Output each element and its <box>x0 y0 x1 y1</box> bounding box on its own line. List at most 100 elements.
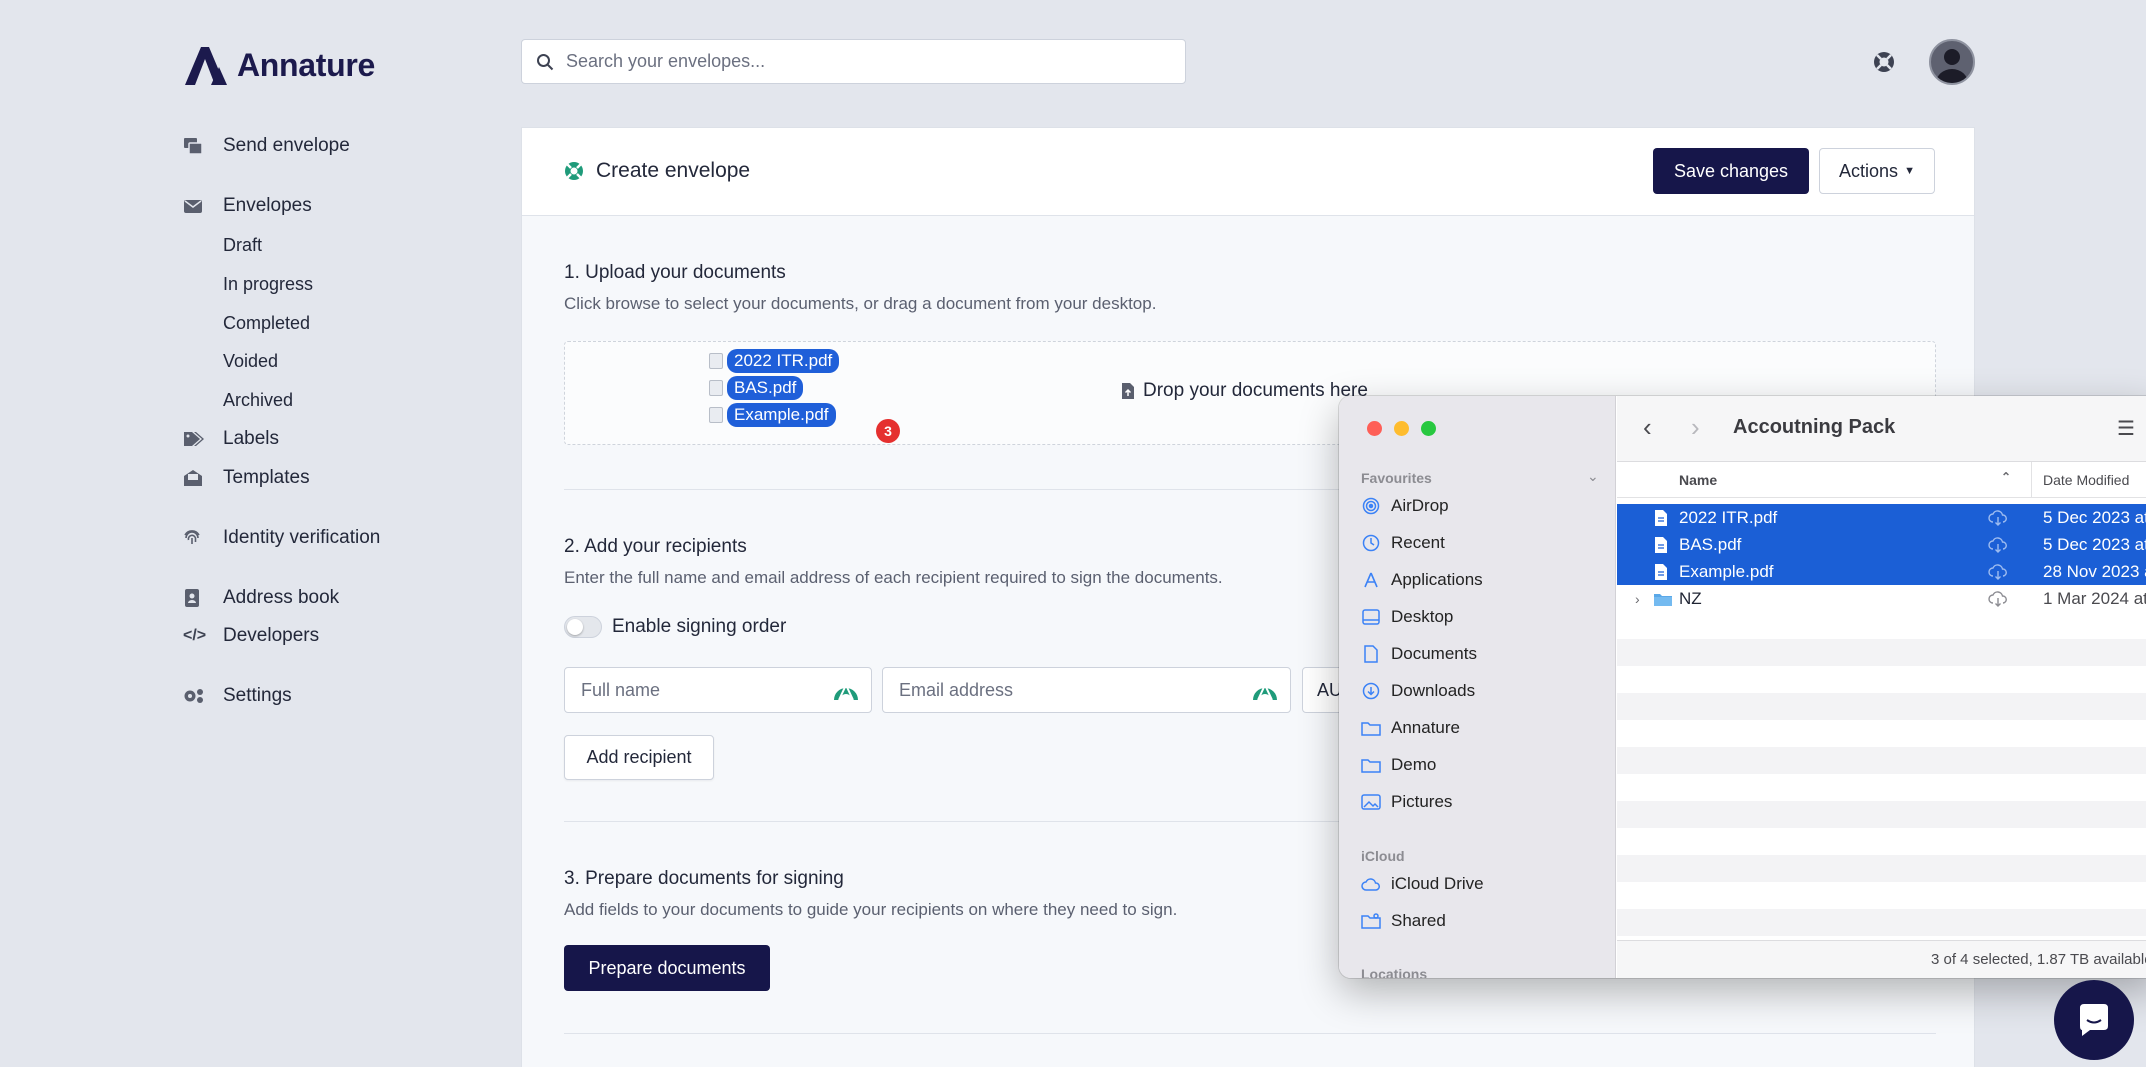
close-window-button[interactable] <box>1367 421 1382 436</box>
search-input[interactable] <box>566 51 1126 72</box>
envelope-create-icon <box>565 162 583 180</box>
user-avatar[interactable] <box>1929 39 1975 85</box>
file-name: 2022 ITR.pdf <box>1679 507 1778 527</box>
file-row[interactable]: 2022 ITR.pdf 5 Dec 2023 at <box>1617 504 2146 531</box>
icloud-download-icon[interactable] <box>1987 563 2009 580</box>
minimize-window-button[interactable] <box>1394 421 1409 436</box>
app-logo[interactable]: Annature <box>183 45 375 85</box>
finder-item-label: Downloads <box>1391 681 1476 700</box>
finder-column-header: Name ⌃ Date Modified <box>1617 462 2146 498</box>
prepare-documents-button[interactable]: Prepare documents <box>564 945 770 991</box>
finder-item-shared[interactable]: Shared <box>1361 908 1446 934</box>
sidebar-item-archived[interactable]: Archived <box>223 387 293 413</box>
actions-button[interactable]: Actions ▼ <box>1819 148 1935 194</box>
pdf-file-icon <box>1655 563 1667 580</box>
column-date-modified[interactable]: Date Modified <box>2043 472 2129 488</box>
file-row[interactable]: BAS.pdf 5 Dec 2023 at <box>1617 531 2146 558</box>
finder-window[interactable]: Favourites ⌄ AirDrop Recent Applications… <box>1339 396 2146 978</box>
finder-item-recent[interactable]: Recent <box>1361 530 1445 556</box>
list-view-icon[interactable]: ☰ <box>2117 416 2135 441</box>
dragged-files-preview: 2022 ITR.pdf BAS.pdf Example.pdf <box>709 347 840 428</box>
page-title: Create envelope <box>564 159 750 183</box>
icloud-download-icon[interactable] <box>1987 590 2009 607</box>
icloud-download-icon[interactable] <box>1987 509 2009 526</box>
finder-item-annature[interactable]: Annature <box>1361 715 1460 741</box>
sidebar-item-label: Send envelope <box>223 135 350 156</box>
chat-support-button[interactable] <box>2054 980 2134 1060</box>
sidebar-item-label: Envelopes <box>223 195 312 216</box>
search-icon <box>537 53 554 70</box>
sidebar-item-templates[interactable]: Templates <box>183 464 310 492</box>
fingerprint-icon <box>183 528 209 548</box>
zoom-window-button[interactable] <box>1421 421 1436 436</box>
search-bar[interactable] <box>521 39 1186 84</box>
tag-icon <box>183 429 209 449</box>
sidebar-item-address-book[interactable]: Address book <box>183 584 339 612</box>
contact-lookup-icon[interactable] <box>1252 679 1278 701</box>
dragged-file-name: 2022 ITR.pdf <box>727 348 840 373</box>
full-name-input[interactable] <box>581 679 804 701</box>
finder-item-label: AirDrop <box>1391 496 1449 515</box>
folder-icon <box>1361 756 1381 774</box>
help-button[interactable] <box>1872 50 1896 79</box>
sidebar-item-send-envelope[interactable]: Send envelope <box>183 132 350 160</box>
shared-folder-icon <box>1361 912 1381 930</box>
sidebar-item-voided[interactable]: Voided <box>223 348 278 374</box>
finder-item-label: Demo <box>1391 755 1437 774</box>
column-name[interactable]: Name <box>1679 472 1717 488</box>
document-icon <box>709 379 723 396</box>
send-envelope-icon <box>183 136 209 156</box>
back-icon[interactable]: ‹ <box>1643 412 1652 443</box>
file-row[interactable]: Example.pdf 28 Nov 2023 at <box>1617 558 2146 585</box>
icloud-download-icon[interactable] <box>1987 536 2009 553</box>
sort-ascending-icon: ⌃ <box>2001 470 2012 484</box>
drop-hint-text: Drop your documents here <box>1143 380 1368 401</box>
prepare-section-title: 3. Prepare documents for signing <box>564 868 844 889</box>
sidebar-item-in-progress[interactable]: In progress <box>223 271 313 297</box>
finder-item-documents[interactable]: Documents <box>1361 641 1477 667</box>
forward-icon[interactable]: › <box>1691 412 1700 443</box>
finder-item-icloud-drive[interactable]: iCloud Drive <box>1361 871 1484 897</box>
email-address-input[interactable] <box>899 679 1203 701</box>
finder-item-airdrop[interactable]: AirDrop <box>1361 493 1449 519</box>
disclosure-triangle-icon[interactable]: › <box>1635 591 1640 607</box>
save-changes-button[interactable]: Save changes <box>1653 148 1809 194</box>
folder-icon <box>1361 719 1381 737</box>
drag-count-badge: 3 <box>876 419 900 443</box>
document-icon <box>1361 645 1381 663</box>
sidebar-item-label: Developers <box>223 625 320 646</box>
finder-item-pictures[interactable]: Pictures <box>1361 789 1452 815</box>
sidebar-item-completed[interactable]: Completed <box>223 310 310 336</box>
finder-item-demo[interactable]: Demo <box>1361 752 1436 778</box>
signing-order-label: Enable signing order <box>612 616 787 637</box>
folder-row[interactable]: › NZ 1 Mar 2024 at <box>1617 585 2146 612</box>
sidebar-item-developers[interactable]: </> Developers <box>183 622 319 650</box>
chat-icon <box>2080 1004 2108 1036</box>
signing-order-toggle[interactable] <box>564 616 602 638</box>
empty-row <box>1617 693 2146 720</box>
sidebar-item-envelopes[interactable]: Envelopes <box>183 192 312 220</box>
contact-lookup-icon[interactable] <box>833 679 859 701</box>
finder-toolbar: ‹ › Accoutning Pack ☰ <box>1617 396 2146 462</box>
prepare-section-desc: Add fields to your documents to guide yo… <box>564 900 1178 919</box>
finder-item-desktop[interactable]: Desktop <box>1361 604 1453 630</box>
template-icon <box>183 468 209 488</box>
sidebar-item-draft[interactable]: Draft <box>223 232 262 258</box>
actions-label: Actions <box>1839 160 1899 181</box>
finder-item-applications[interactable]: Applications <box>1361 567 1483 593</box>
finder-item-downloads[interactable]: Downloads <box>1361 678 1475 704</box>
sidebar-item-identity-verification[interactable]: Identity verification <box>183 524 380 552</box>
file-date: 1 Mar 2024 at <box>2043 588 2146 608</box>
app-name: Annature <box>237 46 376 83</box>
file-name: Example.pdf <box>1679 561 1774 581</box>
add-recipient-button[interactable]: Add recipient <box>564 735 714 780</box>
full-name-field[interactable] <box>564 667 872 713</box>
sidebar-item-labels[interactable]: Labels <box>183 425 279 453</box>
finder-item-label: Pictures <box>1391 792 1453 811</box>
email-address-field[interactable] <box>882 667 1291 713</box>
sidebar-item-label: Address book <box>223 587 340 608</box>
sidebar-item-settings[interactable]: Settings <box>183 682 292 710</box>
column-separator[interactable] <box>2031 462 2032 498</box>
recipients-section-desc: Enter the full name and email address of… <box>564 568 1223 587</box>
chevron-down-icon[interactable]: ⌄ <box>1587 468 1599 485</box>
